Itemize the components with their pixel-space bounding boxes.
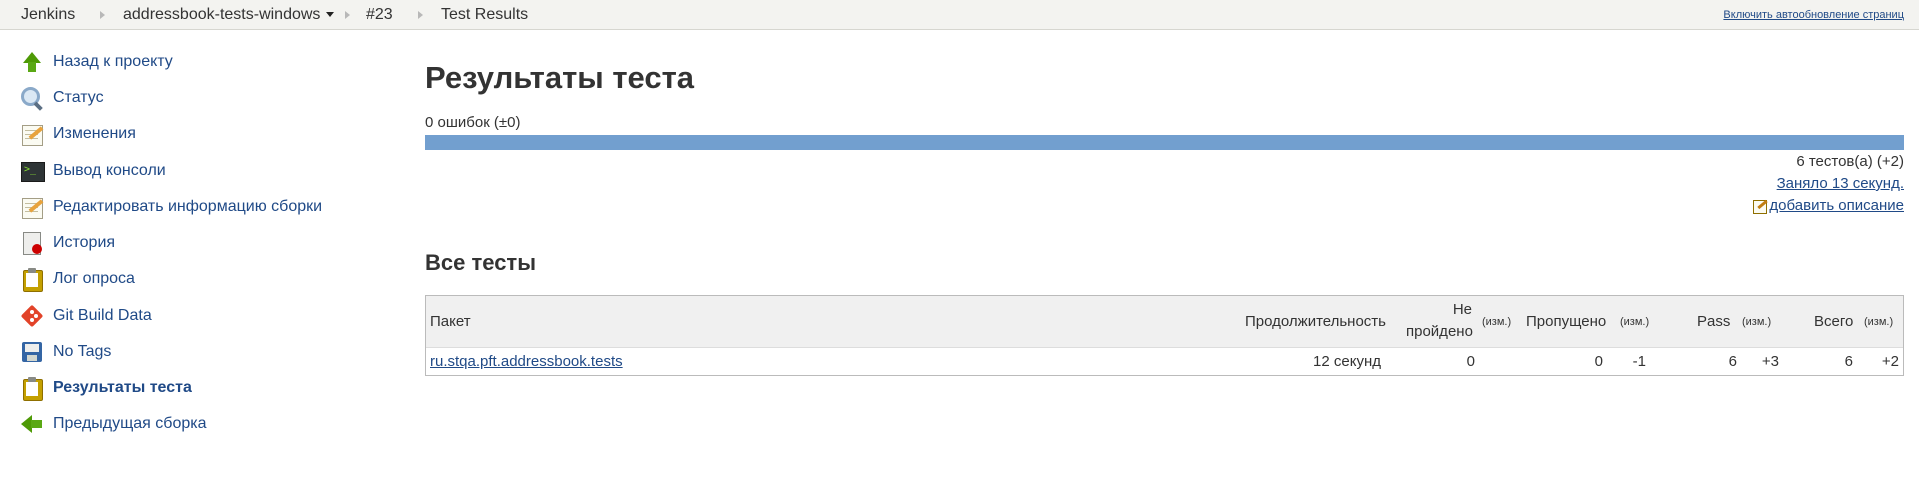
sidebar-item-previous-build[interactable]: Предыдущая сборка [20, 411, 207, 437]
all-tests-heading: Все тесты [425, 250, 536, 275]
column-header-failed-line2: пройдено [1406, 323, 1473, 340]
sidebar-item-git-build-data[interactable]: Git Build Data [20, 303, 152, 329]
duration-cell: 12 секунд [1313, 353, 1381, 370]
notepad-icon [20, 195, 44, 219]
skipped-cell: 0 [1594, 353, 1603, 370]
history-icon [20, 231, 44, 255]
sidebar-item-label: Назад к проекту [53, 53, 173, 70]
breadcrumb-test-results[interactable]: Test Results [441, 6, 528, 24]
column-header-skipped-diff[interactable]: (изм.) [1620, 316, 1649, 328]
tests-count: 6 тестов(а) (+2) [1796, 153, 1904, 170]
test-result-progress-bar [425, 135, 1904, 150]
left-arrow-icon [20, 412, 44, 436]
save-icon [20, 340, 44, 364]
breadcrumb-jenkins[interactable]: Jenkins [21, 6, 75, 24]
breadcrumb-build[interactable]: #23 [366, 6, 393, 24]
breadcrumb-job-label: addressbook-tests-windows [123, 6, 321, 23]
breadcrumb-bar: Jenkins addressbook-tests-windows #23 Te… [0, 0, 1919, 30]
sidebar-item-label: Статус [53, 89, 104, 106]
column-header-pass-diff[interactable]: (изм.) [1742, 316, 1771, 328]
page-title: Результаты теста [425, 60, 695, 95]
skipped-diff-cell: -1 [1632, 353, 1646, 370]
sidebar-item-status[interactable]: Статус [20, 85, 104, 111]
sidebar-item-label: Лог опроса [53, 270, 135, 287]
sidebar-item-no-tags[interactable]: No Tags [20, 339, 111, 365]
sidebar-item-label: Предыдущая сборка [53, 415, 207, 432]
chevron-down-icon[interactable] [326, 12, 335, 18]
sidebar-item-history[interactable]: История [20, 230, 115, 256]
sidebar-item-label: Редактировать информацию сборки [53, 198, 323, 215]
sidebar-item-label: История [53, 234, 116, 251]
column-header-duration[interactable]: Продолжительность [1245, 313, 1386, 330]
column-header-total-diff[interactable]: (изм.) [1864, 316, 1893, 328]
pass-diff-cell: +3 [1761, 353, 1779, 370]
up-arrow-icon [20, 50, 44, 74]
add-description-label: добавить описание [1769, 197, 1904, 214]
column-header-total[interactable]: Всего [1814, 313, 1853, 330]
notepad-icon [20, 122, 44, 146]
sidebar-item-label: Результаты теста [53, 379, 192, 396]
breadcrumb-separator-icon [345, 11, 350, 19]
breadcrumb-separator-icon [418, 11, 423, 19]
git-icon [20, 304, 44, 328]
sidebar-item-back-to-project[interactable]: Назад к проекту [20, 49, 173, 75]
pass-cell: 6 [1728, 353, 1737, 370]
column-header-failed-line1: Не [1452, 301, 1472, 318]
duration-link[interactable]: Заняло 13 секунд. [1777, 175, 1904, 192]
clipboard-icon [20, 267, 44, 292]
column-header-skipped[interactable]: Пропущено [1526, 313, 1606, 330]
table-header: Пакет Продолжительность Не пройдено (изм… [426, 296, 1903, 348]
sidebar-item-label: Вывод консоли [53, 162, 166, 179]
column-header-failed-diff[interactable]: (изм.) [1482, 316, 1511, 328]
test-results-table: Пакет Продолжительность Не пройдено (изм… [425, 295, 1904, 376]
breadcrumb-job[interactable]: addressbook-tests-windows [123, 6, 335, 24]
column-header-pass[interactable]: Pass [1697, 313, 1730, 330]
failed-cell: 0 [1466, 353, 1475, 370]
sidebar-item-label: Изменения [53, 125, 136, 142]
add-description-link[interactable]: добавить описание [1753, 197, 1904, 214]
breadcrumb-separator-icon [100, 11, 105, 19]
sidebar-item-label: No Tags [53, 343, 112, 360]
total-diff-cell: +2 [1881, 353, 1899, 370]
column-header-package[interactable]: Пакет [430, 313, 471, 330]
sidebar-item-changes[interactable]: Изменения [20, 121, 136, 147]
edit-icon [1753, 198, 1769, 214]
clipboard-icon [20, 376, 44, 401]
column-header-failed[interactable]: Не [1428, 301, 1472, 318]
sidebar-item-polling-log[interactable]: Лог опроса [20, 266, 135, 292]
sidebar-item-edit-build-info[interactable]: Редактировать информацию сборки [20, 194, 322, 220]
enable-autorefresh-link[interactable]: Включить автообновление страниц [1723, 9, 1904, 21]
failure-summary: 0 ошибок (±0) [425, 114, 521, 131]
sidebar-item-label: Git Build Data [53, 307, 152, 324]
search-icon [20, 86, 44, 111]
terminal-icon: >_ [20, 159, 45, 183]
package-link[interactable]: ru.stqa.pft.addressbook.tests [430, 353, 623, 370]
sidebar-item-console-output[interactable]: >_ Вывод консоли [20, 158, 166, 184]
total-cell: 6 [1844, 353, 1853, 370]
sidebar-item-test-results[interactable]: Результаты теста [20, 375, 192, 401]
